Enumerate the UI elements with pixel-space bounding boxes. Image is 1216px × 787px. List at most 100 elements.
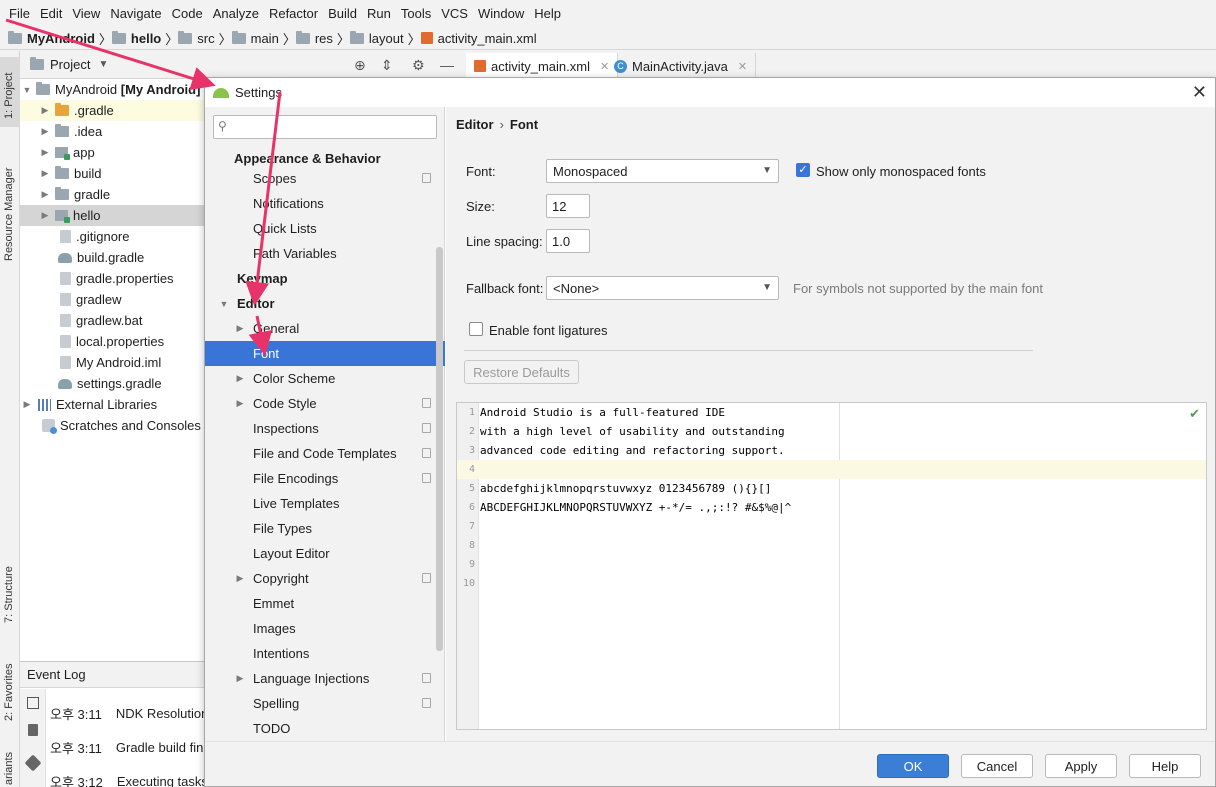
collapsed-arrow-icon[interactable]: ▶ <box>40 189 50 200</box>
expanded-arrow-icon[interactable]: ▼ <box>22 85 32 95</box>
nav-quick-lists[interactable]: Quick Lists <box>205 216 445 241</box>
collapse-all-icon[interactable]: ⇕ <box>381 51 393 79</box>
mark-read-icon[interactable] <box>27 697 39 709</box>
tree-item-gradle-properties[interactable]: gradle.properties <box>20 268 206 289</box>
show-mono-checkbox[interactable]: ✓ <box>796 163 810 177</box>
menu-edit[interactable]: Edit <box>35 0 67 27</box>
close-icon[interactable]: ✕ <box>1192 82 1207 102</box>
tree-item-gradlew[interactable]: gradlew <box>20 289 206 310</box>
project-view-selector[interactable]: Project ▼ <box>20 51 206 79</box>
gear-icon[interactable]: ⚙ <box>412 51 425 79</box>
nav-path-variables[interactable]: Path Variables <box>205 241 445 266</box>
event-log-row[interactable]: 오후 3:11 Gradle build fini <box>50 737 206 757</box>
collapsed-arrow-icon[interactable]: ▶ <box>235 573 245 584</box>
tab-main-activity[interactable]: C MainActivity.java ✕ <box>606 53 757 79</box>
close-tab-icon[interactable]: ✕ <box>738 60 747 73</box>
nav-notifications[interactable]: Notifications <box>205 191 445 216</box>
crumb-res[interactable]: res <box>295 30 337 46</box>
collapsed-arrow-icon[interactable]: ▶ <box>40 147 50 158</box>
collapsed-arrow-icon[interactable]: ▶ <box>40 168 50 179</box>
menu-window[interactable]: Window <box>473 0 529 27</box>
collapsed-arrow-icon[interactable]: ▶ <box>22 399 32 410</box>
help-button[interactable]: Help <box>1129 754 1201 778</box>
menu-refactor[interactable]: Refactor <box>264 0 323 27</box>
tree-item-gradle[interactable]: ▶ gradle <box>20 184 206 205</box>
nav-editor[interactable]: ▼ Editor <box>205 291 445 316</box>
font-select[interactable]: Monospaced ▼ <box>546 159 779 183</box>
menu-file[interactable]: File <box>4 0 35 27</box>
apply-button[interactable]: Apply <box>1045 754 1117 778</box>
settings-search[interactable]: ⚲ <box>213 115 437 139</box>
nav-font[interactable]: Font <box>205 341 445 366</box>
nav-color-scheme[interactable]: ▶ Color Scheme <box>205 366 445 391</box>
menu-view[interactable]: View <box>67 0 105 27</box>
size-field[interactable]: 12 <box>546 194 590 218</box>
nav-file-encodings[interactable]: File Encodings <box>205 466 445 491</box>
nav-keymap[interactable]: Keymap <box>205 266 445 291</box>
nav-inspections[interactable]: Inspections <box>205 416 445 441</box>
tool-tab-favorites[interactable]: 2: Favorites <box>0 651 20 731</box>
collapsed-arrow-icon[interactable]: ▶ <box>235 398 245 409</box>
tree-item-build[interactable]: ▶ build <box>20 163 206 184</box>
ok-button[interactable]: OK <box>877 754 949 778</box>
nav-spelling[interactable]: Spelling <box>205 691 445 716</box>
restore-defaults-button[interactable]: Restore Defaults <box>464 360 579 384</box>
ligatures-checkbox[interactable] <box>469 322 483 336</box>
tool-tab-build-variants[interactable]: ariants <box>0 743 20 787</box>
fallback-font-select[interactable]: <None> ▼ <box>546 276 779 300</box>
crumb-hello[interactable]: hello <box>111 30 165 46</box>
nav-copyright[interactable]: ▶ Copyright <box>205 566 445 591</box>
tree-item-iml[interactable]: My Android.iml <box>20 352 206 373</box>
tree-item-local-properties[interactable]: local.properties <box>20 331 206 352</box>
nav-code-style[interactable]: ▶ Code Style <box>205 391 445 416</box>
menu-vcs[interactable]: VCS <box>436 0 473 27</box>
nav-file-code-templates[interactable]: File and Code Templates <box>205 441 445 466</box>
minimize-icon[interactable]: — <box>440 51 454 79</box>
tree-item-build-gradle[interactable]: build.gradle <box>20 247 206 268</box>
tree-item-idea[interactable]: ▶ .idea <box>20 121 206 142</box>
menu-navigate[interactable]: Navigate <box>105 0 166 27</box>
tree-item-gradle-dir[interactable]: ▶ .gradle <box>20 100 206 121</box>
font-preview-editor[interactable]: ✔ 1 Android Studio is a full-featured IDE… <box>456 402 1207 730</box>
crumb-file[interactable]: activity_main.xml <box>420 31 541 46</box>
collapsed-arrow-icon[interactable]: ▶ <box>235 373 245 384</box>
expanded-arrow-icon[interactable]: ▼ <box>219 299 229 309</box>
nav-live-templates[interactable]: Live Templates <box>205 491 445 516</box>
collapsed-arrow-icon[interactable]: ▶ <box>235 323 245 334</box>
collapsed-arrow-icon[interactable]: ▶ <box>40 210 50 221</box>
wrench-icon[interactable] <box>24 754 42 772</box>
crumb-src[interactable]: src <box>178 30 218 46</box>
nav-intentions[interactable]: Intentions <box>205 641 445 666</box>
nav-scrollbar[interactable] <box>436 247 443 651</box>
line-spacing-field[interactable]: 1.0 <box>546 229 590 253</box>
cancel-button[interactable]: Cancel <box>961 754 1033 778</box>
locate-icon[interactable]: ⊕ <box>354 51 366 79</box>
nav-images[interactable]: Images <box>205 616 445 641</box>
nav-todo[interactable]: TODO <box>205 716 445 741</box>
event-log-row[interactable]: 오후 3:11 NDK Resolution <box>50 703 208 723</box>
tab-activity-main[interactable]: activity_main.xml ✕ <box>466 53 619 79</box>
menu-analyze[interactable]: Analyze <box>208 0 264 27</box>
collapsed-arrow-icon[interactable]: ▶ <box>40 105 50 116</box>
settings-search-input[interactable] <box>236 118 432 136</box>
crumb-layout[interactable]: layout <box>349 30 408 46</box>
tree-item-gradlew-bat[interactable]: gradlew.bat <box>20 310 206 331</box>
tool-tab-resource-manager[interactable]: Resource Manager <box>0 149 20 269</box>
tool-tab-structure[interactable]: 7: Structure <box>0 551 20 631</box>
menu-build[interactable]: Build <box>323 0 362 27</box>
menu-help[interactable]: Help <box>529 0 566 27</box>
tree-item-myandroid[interactable]: ▼ MyAndroid [My Android] <box>20 79 206 100</box>
collapsed-arrow-icon[interactable]: ▶ <box>40 126 50 137</box>
nav-file-types[interactable]: File Types <box>205 516 445 541</box>
tree-item-hello[interactable]: ▶ hello <box>20 205 206 226</box>
nav-scopes[interactable]: Scopes <box>205 166 445 191</box>
tree-item-scratches[interactable]: Scratches and Consoles <box>20 415 206 436</box>
tree-item-external-libraries[interactable]: ▶ External Libraries <box>20 394 206 415</box>
collapsed-arrow-icon[interactable]: ▶ <box>235 673 245 684</box>
menu-run[interactable]: Run <box>362 0 396 27</box>
event-log-row[interactable]: 오후 3:12 Executing tasks: <box>50 771 212 787</box>
tool-tab-project[interactable]: 1: Project <box>0 57 20 127</box>
crumb-project[interactable]: MyAndroid <box>8 30 99 46</box>
tree-item-app[interactable]: ▶ app <box>20 142 206 163</box>
nav-general[interactable]: ▶ General <box>205 316 445 341</box>
